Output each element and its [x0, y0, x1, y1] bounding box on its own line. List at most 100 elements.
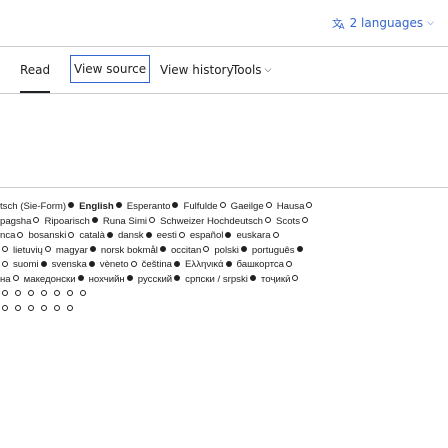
- language-link[interactable]: српски / srpski: [185, 274, 256, 285]
- filled-dot-icon: [40, 260, 47, 267]
- language-link[interactable]: [13, 289, 21, 300]
- language-link[interactable]: тоҷикӣ: [261, 274, 299, 285]
- hollow-dot-icon: [302, 217, 308, 224]
- hollow-dot-icon: [12, 275, 19, 282]
- language-link[interactable]: [65, 303, 73, 314]
- language-link[interactable]: башкортса: [237, 259, 292, 270]
- language-link[interactable]: euskara: [236, 230, 279, 241]
- language-label: suomi: [13, 259, 39, 271]
- language-selector-button[interactable]: 文 A 2 languages ⌵: [332, 16, 434, 30]
- language-label: nca: [0, 230, 16, 242]
- language-link[interactable]: [65, 289, 73, 300]
- language-link[interactable]: nca: [0, 230, 24, 242]
- hollow-dot-icon: [44, 246, 51, 253]
- language-label: lietuvių: [13, 244, 43, 256]
- language-link[interactable]: Scots: [276, 216, 308, 227]
- language-link[interactable]: [26, 289, 34, 300]
- language-link[interactable]: [0, 245, 8, 256]
- language-label: čeština: [141, 259, 173, 271]
- language-link[interactable]: tsch (Sie-Form): [0, 201, 75, 212]
- language-link[interactable]: [26, 303, 34, 314]
- language-row: [0, 288, 448, 303]
- language-row: [0, 302, 448, 317]
- filled-dot-icon: [106, 231, 113, 238]
- language-link[interactable]: English: [79, 201, 122, 212]
- tab-view-history[interactable]: View history: [160, 47, 234, 93]
- language-row: pagsha Ripoarisch Runa Simi Schweizer Hochd…: [0, 215, 448, 230]
- language-link[interactable]: dansk: [118, 230, 152, 241]
- language-link[interactable]: čeština: [141, 259, 181, 271]
- filled-dot-icon: [174, 275, 181, 282]
- language-link[interactable]: Gaeilge: [231, 201, 272, 212]
- language-link[interactable]: Ripoarisch: [44, 216, 98, 227]
- language-link[interactable]: polski: [214, 245, 247, 256]
- svg-text:A: A: [339, 22, 345, 30]
- language-label: polski: [214, 244, 239, 256]
- language-link[interactable]: Esperanto: [127, 201, 179, 212]
- language-link[interactable]: на: [0, 274, 19, 285]
- language-link[interactable]: Schweizer Hochdeutsch: [160, 216, 271, 227]
- language-link[interactable]: Hausa: [277, 201, 313, 212]
- language-link[interactable]: [39, 303, 47, 314]
- filled-dot-icon: [249, 275, 256, 282]
- language-row: на македонски нохчийн русский српски / srpsk…: [0, 273, 448, 288]
- language-link[interactable]: [0, 289, 8, 300]
- language-link[interactable]: [52, 289, 60, 300]
- language-link[interactable]: [78, 289, 86, 300]
- language-link[interactable]: pagsha: [0, 215, 40, 227]
- language-row: tsch (Sie-Form) English Esperanto Fulfulde G…: [0, 200, 448, 215]
- tab-view-source[interactable]: View source: [70, 55, 151, 83]
- language-label: pagsha: [0, 215, 32, 227]
- language-label: eesti: [156, 230, 177, 242]
- language-link[interactable]: [39, 289, 47, 300]
- language-link[interactable]: lietuvių: [13, 245, 51, 256]
- language-label: español: [189, 230, 224, 242]
- language-link[interactable]: eesti: [157, 230, 185, 241]
- language-link[interactable]: português: [252, 245, 303, 256]
- translate-icon: 文 A: [332, 16, 346, 30]
- language-link[interactable]: svenska: [52, 259, 95, 270]
- hollow-dot-icon: [67, 290, 73, 297]
- language-link[interactable]: [52, 303, 60, 314]
- language-link[interactable]: norsk bokmål: [101, 245, 166, 256]
- language-link[interactable]: нохчийн: [89, 274, 133, 285]
- hollow-dot-icon: [41, 304, 47, 311]
- language-link[interactable]: Fulfulde: [183, 201, 226, 212]
- hollow-dot-icon: [15, 290, 21, 297]
- hollow-dot-icon: [17, 231, 24, 238]
- language-label: English: [79, 201, 114, 212]
- language-link[interactable]: македонски: [24, 274, 84, 285]
- language-link[interactable]: bosanski: [28, 230, 75, 241]
- hollow-dot-icon: [203, 246, 210, 253]
- hollow-dot-icon: [306, 202, 313, 209]
- language-link[interactable]: [0, 259, 8, 270]
- language-link[interactable]: vèneto: [100, 259, 137, 270]
- language-link[interactable]: [0, 303, 8, 314]
- language-link[interactable]: Ελληνικά: [185, 259, 232, 271]
- divider: [0, 187, 448, 188]
- hollow-dot-icon: [33, 217, 40, 224]
- language-link[interactable]: Runa Simi: [103, 216, 156, 227]
- hollow-dot-icon: [68, 231, 75, 238]
- language-link[interactable]: català: [79, 230, 113, 241]
- language-label: català: [79, 230, 105, 242]
- tools-menu-button[interactable]: Tools ⌵: [232, 47, 271, 93]
- filled-dot-icon: [296, 246, 303, 253]
- hollow-dot-icon: [130, 260, 137, 267]
- language-label: Fulfulde: [183, 201, 218, 212]
- language-link[interactable]: occitan: [171, 245, 210, 256]
- language-link[interactable]: русский: [138, 274, 181, 285]
- hollow-dot-icon: [67, 304, 73, 311]
- language-label: македонски: [23, 273, 76, 285]
- language-label: Ελληνικά: [185, 259, 224, 271]
- hollow-dot-icon: [265, 202, 272, 209]
- language-link[interactable]: [13, 303, 21, 314]
- language-link[interactable]: magyar: [56, 245, 96, 256]
- hollow-dot-icon: [286, 260, 292, 267]
- language-link[interactable]: suomi: [13, 259, 47, 270]
- language-link[interactable]: español: [190, 230, 232, 241]
- filled-dot-icon: [91, 217, 98, 224]
- language-count-label: 2 languages: [349, 16, 424, 30]
- tab-read[interactable]: Read: [20, 47, 51, 93]
- language-list: tsch (Sie-Form) English Esperanto Fulfulde G…: [0, 200, 448, 317]
